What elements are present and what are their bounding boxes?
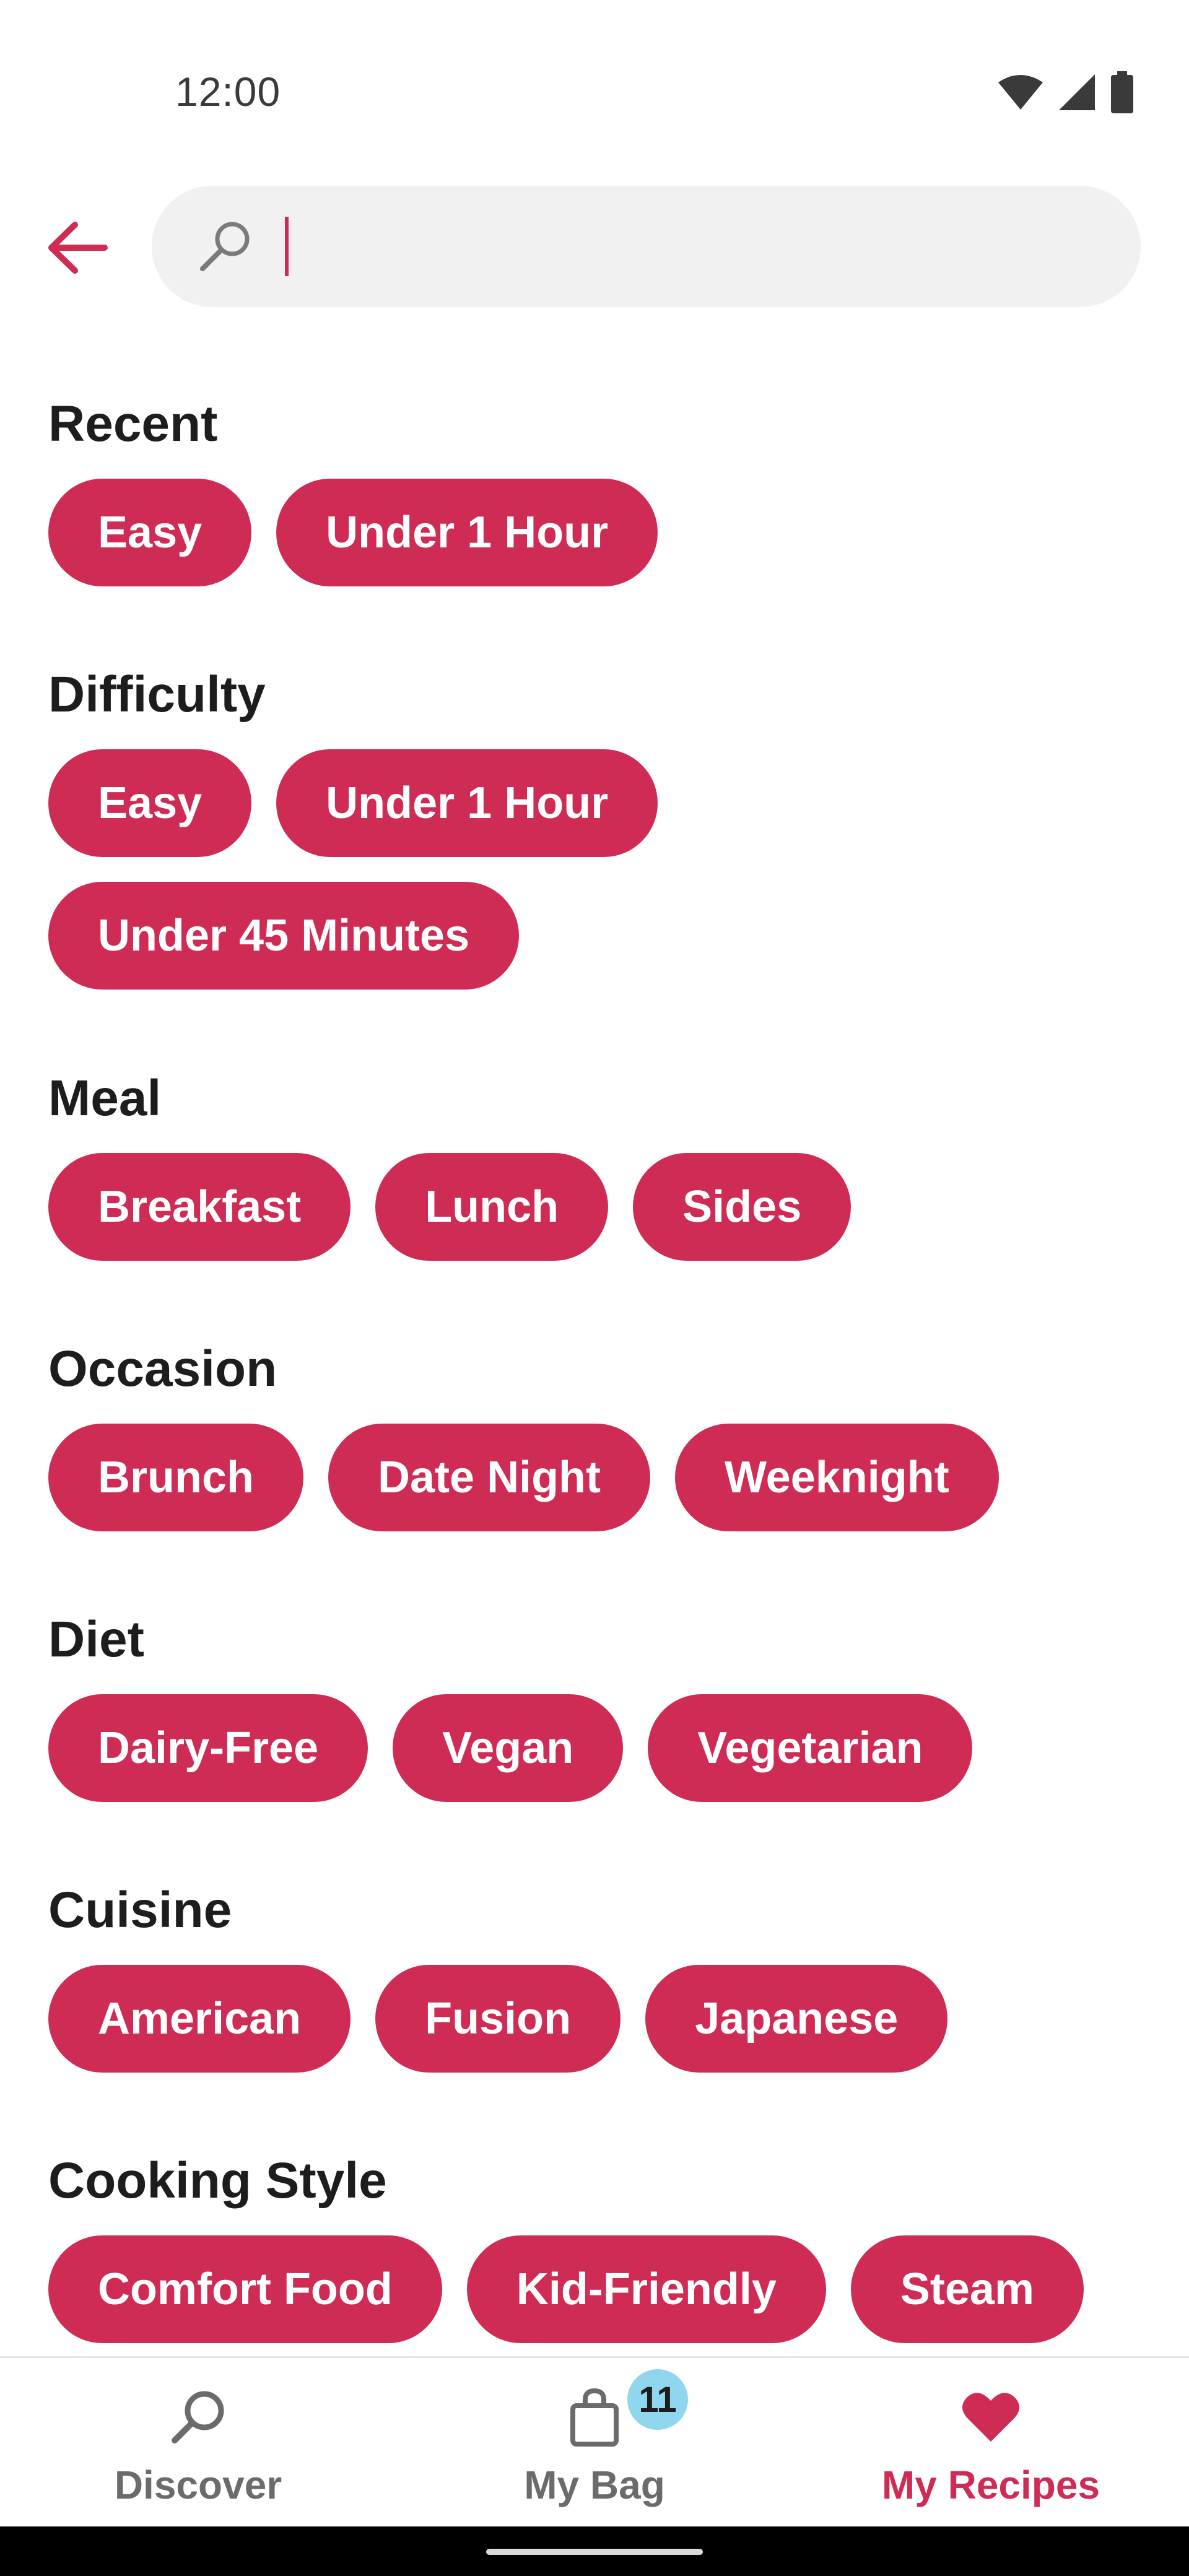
chip-lunch[interactable]: Lunch <box>375 1153 609 1261</box>
chip-brunch[interactable]: Brunch <box>48 1424 303 1531</box>
nav-my-bag[interactable]: 11 My Bag <box>396 2358 793 2526</box>
home-gesture-handle[interactable] <box>486 2549 703 2555</box>
chip-weeknight[interactable]: Weeknight <box>675 1424 999 1531</box>
heart-icon <box>957 2383 1025 2451</box>
section-title: Difficulty <box>48 666 266 723</box>
nav-label: My Recipes <box>881 2463 1100 2507</box>
section-title: Recent <box>48 396 218 452</box>
section-recent: Recent Easy Under 1 Hour <box>48 393 1151 586</box>
chip-vegan[interactable]: Vegan <box>393 1694 624 1802</box>
status-bar: 12:00 <box>0 0 1189 186</box>
arrow-left-icon <box>48 222 108 274</box>
chip-group: American Fusion Japanese <box>48 1965 1151 2073</box>
section-title: Cuisine <box>48 1882 232 1938</box>
chip-breakfast[interactable]: Breakfast <box>48 1153 351 1261</box>
chip-group: Easy Under 1 Hour <box>48 479 1151 586</box>
bag-icon: 11 <box>560 2369 688 2451</box>
search-box[interactable] <box>152 186 1141 307</box>
chip-easy[interactable]: Easy <box>48 479 252 586</box>
search-icon <box>200 222 250 271</box>
chip-sides[interactable]: Sides <box>633 1153 851 1261</box>
status-time: 12:00 <box>175 69 281 115</box>
text-caret <box>285 217 289 276</box>
chip-under-1-hour[interactable]: Under 1 Hour <box>276 479 658 586</box>
status-icons <box>997 71 1135 113</box>
chip-date-night[interactable]: Date Night <box>328 1424 650 1531</box>
search-icon <box>164 2383 232 2451</box>
section-difficulty: Difficulty Easy Under 1 Hour Under 45 Mi… <box>48 664 1151 990</box>
section-diet: Diet Dairy-Free Vegan Vegetarian <box>48 1609 1151 1802</box>
chip-group: Brunch Date Night Weeknight <box>48 1424 1151 1531</box>
chip-japanese[interactable]: Japanese <box>645 1965 948 2073</box>
chip-group: Breakfast Lunch Sides <box>48 1153 1151 1261</box>
section-cooking-style: Cooking Style Comfort Food Kid-Friendly … <box>48 2150 1151 2343</box>
section-title: Meal <box>48 1070 162 1126</box>
bottom-nav: Discover 11 My Bag My Recipes <box>0 2356 1189 2526</box>
filter-list: Recent Easy Under 1 Hour Difficulty Easy… <box>0 372 1189 2353</box>
system-gesture-bar <box>0 2526 1189 2576</box>
section-meal: Meal Breakfast Lunch Sides <box>48 1068 1151 1261</box>
bag-count-badge: 11 <box>627 2369 688 2430</box>
chip-vegetarian[interactable]: Vegetarian <box>648 1694 973 1802</box>
section-cuisine: Cuisine American Fusion Japanese <box>48 1879 1151 2073</box>
nav-label: My Bag <box>524 2463 665 2507</box>
signal-icon <box>1059 74 1095 110</box>
chip-under-45-minutes[interactable]: Under 45 Minutes <box>48 882 520 990</box>
section-title: Occasion <box>48 1341 277 1397</box>
chip-easy[interactable]: Easy <box>48 749 252 857</box>
search-input[interactable] <box>285 211 1090 282</box>
section-title: Diet <box>48 1611 144 1668</box>
nav-discover[interactable]: Discover <box>0 2358 396 2526</box>
chip-american[interactable]: American <box>48 1965 351 2073</box>
battery-icon <box>1111 71 1133 113</box>
chip-kid-friendly[interactable]: Kid-Friendly <box>466 2235 826 2343</box>
nav-label: Discover <box>114 2463 282 2507</box>
back-button[interactable] <box>43 214 111 282</box>
section-title: Cooking Style <box>48 2152 387 2209</box>
chip-steam[interactable]: Steam <box>850 2235 1084 2343</box>
chip-comfort-food[interactable]: Comfort Food <box>48 2235 442 2343</box>
chip-fusion[interactable]: Fusion <box>375 1965 621 2073</box>
chip-group: Dairy-Free Vegan Vegetarian <box>48 1694 1151 1802</box>
nav-my-recipes[interactable]: My Recipes <box>793 2358 1189 2526</box>
chip-group: Comfort Food Kid-Friendly Steam <box>48 2235 1151 2343</box>
section-occasion: Occasion Brunch Date Night Weeknight <box>48 1338 1151 1531</box>
chip-under-1-hour[interactable]: Under 1 Hour <box>276 749 658 857</box>
chip-dairy-free[interactable]: Dairy-Free <box>48 1694 368 1802</box>
wifi-icon <box>998 75 1043 110</box>
chip-group: Easy Under 1 Hour Under 45 Minutes <box>48 749 1151 990</box>
